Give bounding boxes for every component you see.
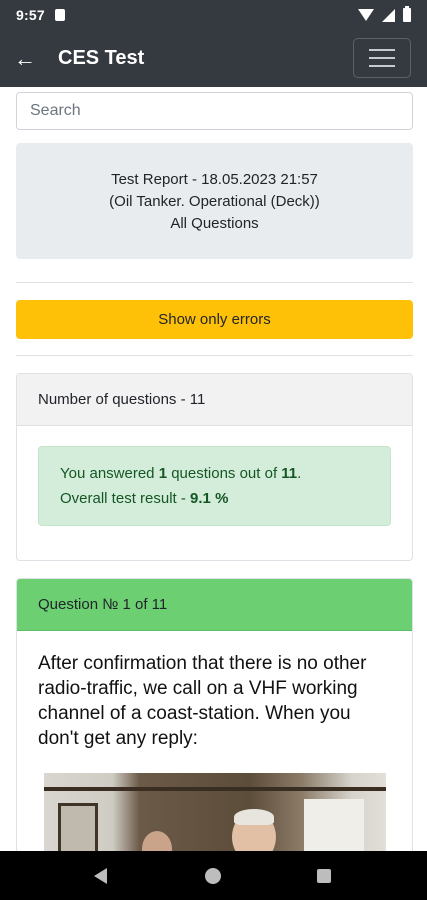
question-card-header: Question № 1 of 11 [17, 579, 412, 631]
status-bar: 9:57 [0, 0, 427, 30]
hamburger-menu-icon [369, 49, 395, 51]
divider [16, 355, 413, 356]
nav-back-icon[interactable] [94, 868, 107, 884]
result-value: 9.1 % [190, 490, 229, 507]
result-alert: You answered 1 questions out of 11. Over… [38, 446, 391, 526]
result-line: Overall test result - 9.1 % [60, 490, 229, 507]
report-category: (Oil Tanker. Operational (Deck)) [109, 192, 320, 210]
nav-home-icon[interactable] [205, 868, 221, 884]
question-text: After confirmation that there is no othe… [38, 653, 367, 749]
report-scope: All Questions [170, 214, 259, 232]
system-nav-bar [0, 851, 427, 900]
question-image [44, 773, 386, 851]
report-title: Test Report - 18.05.2023 21:57 [111, 170, 318, 188]
wifi-icon [358, 9, 374, 21]
app-title: CES Test [58, 47, 145, 69]
status-time: 9:57 [16, 7, 45, 23]
main-content[interactable]: Test Report - 18.05.2023 21:57 (Oil Tank… [0, 87, 427, 851]
arrow-left-icon: ← [14, 45, 36, 71]
signal-icon [382, 8, 395, 22]
question-card: Question № 1 of 11 After confirmation th… [16, 578, 413, 851]
notification-icon [54, 9, 65, 21]
report-info-box: Test Report - 18.05.2023 21:57 (Oil Tank… [16, 143, 413, 259]
back-button[interactable]: ← [0, 30, 50, 87]
status-icons [358, 6, 411, 22]
menu-button[interactable] [353, 38, 411, 78]
answered-count: 1 [158, 465, 168, 482]
summary-card-header: Number of questions - 11 [17, 374, 412, 426]
battery-icon [403, 6, 411, 22]
answered-line: You answered 1 questions out of 11. [60, 465, 302, 482]
nav-recents-icon[interactable] [317, 869, 331, 883]
app-bar: ← CES Test [0, 30, 427, 87]
show-only-errors-button[interactable]: Show only errors [16, 300, 413, 339]
total-count: 11 [281, 465, 298, 482]
summary-card: Number of questions - 11 You answered 1 … [16, 373, 413, 561]
search-input[interactable] [16, 92, 413, 130]
divider [16, 282, 413, 283]
